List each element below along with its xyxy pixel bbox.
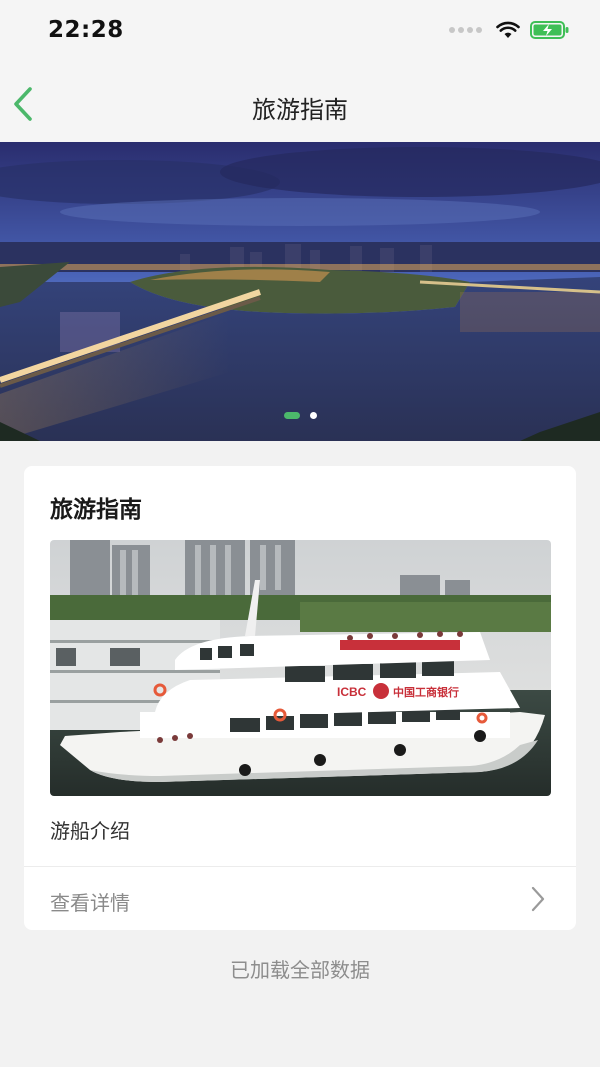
wifi-icon [496,21,520,38]
carousel-dot-active[interactable] [283,412,300,419]
card-title: 旅游指南 [50,497,142,523]
page-title: 旅游指南 [252,96,348,124]
view-details-row[interactable]: 查看详情 [24,867,576,930]
boat-brand-text: ICBC [337,685,367,699]
card-caption: 游船介绍 [50,819,130,843]
cruise-boat-image[interactable]: ICBC 中国工商银行 [50,540,551,796]
status-bar: 22:28 [0,0,600,64]
guide-card: 旅游指南 ICBC 中国工商银行 游船介绍 查看详情 [24,466,576,930]
navigation-bar: 旅游指南 [0,64,600,142]
boat-sign-text: 中国工商银行 [393,685,459,699]
load-complete-text: 已加载全部数据 [230,958,370,982]
cruise-boat-photo: ICBC 中国工商银行 [50,540,551,796]
chevron-right-icon [531,886,545,912]
status-icons [449,20,570,40]
view-details-label: 查看详情 [50,891,130,915]
cellular-signal-icon [449,27,482,33]
city-night-photo [0,142,600,441]
battery-charging-icon [530,21,569,39]
banner-carousel[interactable] [0,142,600,441]
status-time: 22:28 [48,17,124,43]
carousel-indicator [0,412,600,419]
carousel-dot[interactable] [309,412,317,419]
